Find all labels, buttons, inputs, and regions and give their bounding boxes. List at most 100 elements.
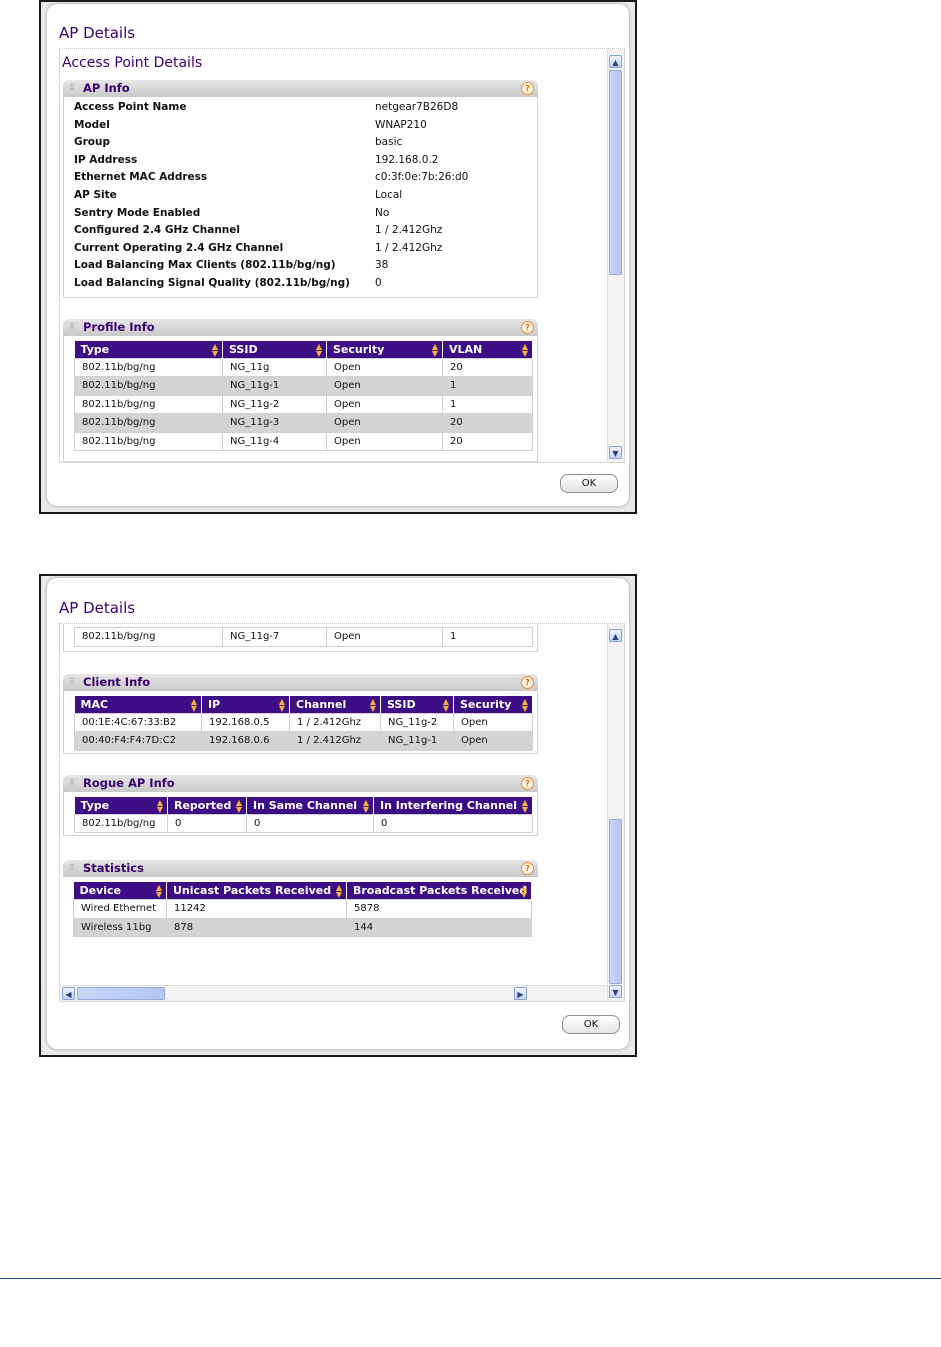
column-header[interactable]: Reported ▲ ▼ xyxy=(167,796,247,814)
table-row[interactable]: 00:40:F4:F4:7D:C2 192.168.0.6 1 / 2.412Ghz… xyxy=(74,731,533,751)
column-header[interactable]: In Same Channel ▲ ▼ xyxy=(246,796,374,814)
vertical-scrollbar[interactable]: ▲ ▼ xyxy=(607,624,624,1001)
table-cell: 192.168.0.5 xyxy=(201,712,290,732)
table-cell: 0 xyxy=(373,813,533,833)
ap-info-value: 1 / 2.412Ghz xyxy=(375,224,443,237)
drag-grip-icon[interactable]: ⠿ xyxy=(69,863,75,872)
table-cell: 0 xyxy=(167,813,247,833)
column-header[interactable]: Security ▲ ▼ xyxy=(453,695,533,713)
help-icon[interactable]: ? xyxy=(521,675,534,689)
column-header[interactable]: Broadcast Packets Received ▲ ▼ xyxy=(346,882,532,900)
column-header[interactable]: VLAN ▲ ▼ xyxy=(442,340,533,359)
help-icon[interactable]: ? xyxy=(521,82,534,95)
ap-details-dialog-bottom: AP Details 802.11b/bg/ng NG_11g-7 Open 1 ⠿ … xyxy=(39,574,637,1057)
panel-title: Client Info xyxy=(83,674,151,689)
column-header[interactable]: Channel ▲ ▼ xyxy=(289,695,381,713)
column-header-label: Broadcast Packets Received xyxy=(353,884,528,897)
scroll-thumb[interactable] xyxy=(609,70,622,275)
table-row[interactable]: 802.11b/bg/ng NG_11g-3 Open 20 xyxy=(74,413,533,433)
table-cell: 11242 xyxy=(166,899,347,919)
column-header[interactable]: Type ▲ ▼ xyxy=(74,796,168,814)
sort-icon[interactable]: ▲ ▼ xyxy=(316,342,322,357)
column-header-label: VLAN xyxy=(449,342,483,356)
sort-icon[interactable]: ▲ ▼ xyxy=(432,342,438,357)
ap-info-row: Current Operating 2.4 GHz Channel 1 / 2.4… xyxy=(64,240,537,258)
help-icon[interactable]: ? xyxy=(521,862,534,875)
help-icon[interactable]: ? xyxy=(521,776,534,790)
table-cell: 00:40:F4:F4:7D:C2 xyxy=(74,731,202,751)
table-row[interactable]: 802.11b/bg/ng NG_11g-2 Open 1 xyxy=(74,394,533,415)
column-header[interactable]: Type ▲ ▼ xyxy=(74,340,223,359)
ap-info-label: IP Address xyxy=(74,153,138,166)
table-row[interactable]: 00:1E:4C:67:33:B2 192.168.0.5 1 / 2.412Ghz… xyxy=(74,712,533,732)
column-header[interactable]: Security ▲ ▼ xyxy=(326,340,443,359)
panel-header: ⠿ Client Info ? xyxy=(63,673,538,691)
scroll-up-arrow-icon[interactable]: ▲ xyxy=(609,629,622,642)
vertical-scrollbar[interactable]: ▲ ▼ xyxy=(607,49,624,462)
sort-icon[interactable]: ▲ ▼ xyxy=(443,697,449,712)
dialog-title: AP Details xyxy=(59,24,136,42)
table-cell: 878 xyxy=(166,917,347,937)
sort-icon[interactable]: ▲ ▼ xyxy=(522,697,528,712)
table-cell: 1 / 2.412Ghz xyxy=(289,731,381,751)
scroll-area[interactable]: 802.11b/bg/ng NG_11g-7 Open 1 ⠿ Client Info… xyxy=(59,623,625,1002)
column-header[interactable]: IP ▲ ▼ xyxy=(201,695,290,713)
sort-icon[interactable]: ▲ ▼ xyxy=(522,342,528,357)
column-header[interactable]: Unicast Packets Received ▲ ▼ xyxy=(166,882,347,900)
panel-header: ⠿ Rogue AP Info ? xyxy=(63,774,538,792)
column-header[interactable]: In Interfering Channel ▲ ▼ xyxy=(373,796,533,814)
column-header-label: IP xyxy=(208,697,221,711)
ok-button[interactable]: OK xyxy=(562,1015,620,1034)
table-row[interactable]: 802.11b/bg/ng NG_11g-7 Open 1 xyxy=(74,627,533,647)
scroll-thumb[interactable] xyxy=(609,819,622,984)
ok-button[interactable]: OK xyxy=(560,474,618,493)
horizontal-scrollbar[interactable]: ◀ ▶ xyxy=(60,985,608,1001)
table-cell: 1 xyxy=(442,627,533,647)
sort-icon[interactable]: ▲ ▼ xyxy=(522,798,528,813)
drag-grip-icon[interactable]: ⠿ xyxy=(69,83,75,92)
sort-icon[interactable]: ▲ ▼ xyxy=(279,697,285,712)
ap-info-label: Load Balancing Signal Quality (802.11b/b… xyxy=(74,276,350,289)
drag-grip-icon[interactable]: ⠿ xyxy=(69,677,75,686)
ap-info-row: Ethernet MAC Address c0:3f:0e:7b:26:d0 xyxy=(64,169,537,187)
profile-info-panel-continued: 802.11b/bg/ng NG_11g-7 Open 1 xyxy=(63,624,538,652)
table-cell: NG_11g-1 xyxy=(380,731,454,751)
sort-icon[interactable]: ▲ ▼ xyxy=(156,884,162,899)
sort-icon[interactable]: ▲ ▼ xyxy=(363,798,369,813)
scroll-down-arrow-icon[interactable]: ▼ xyxy=(609,985,622,998)
ap-info-row: AP Site Local xyxy=(64,187,537,205)
table-cell: 1 / 2.412Ghz xyxy=(289,712,381,732)
table-cell: NG_11g-3 xyxy=(222,413,327,433)
horizontal-scroll-thumb[interactable] xyxy=(77,987,165,1000)
table-row[interactable]: 802.11b/bg/ng NG_11g-1 Open 1 xyxy=(74,376,533,396)
scroll-right-arrow-icon[interactable]: ▶ xyxy=(514,987,527,1000)
drag-grip-icon[interactable]: ⠿ xyxy=(69,778,75,787)
panel-body: 802.11b/bg/ng NG_11g-7 Open 1 xyxy=(63,624,538,652)
sort-icon[interactable]: ▲ ▼ xyxy=(191,697,197,712)
scroll-area[interactable]: Access Point Details ⠿ AP Info ? Access … xyxy=(59,48,625,463)
table-cell: 1 xyxy=(442,394,533,415)
sort-icon[interactable]: ▲ ▼ xyxy=(236,798,242,813)
table-cell: 802.11b/bg/ng xyxy=(74,413,223,433)
table-row[interactable]: 802.11b/bg/ng 0 0 0 xyxy=(74,813,533,833)
scroll-left-arrow-icon[interactable]: ◀ xyxy=(62,987,75,1000)
column-header[interactable]: MAC ▲ ▼ xyxy=(74,695,202,713)
table-row[interactable]: Wired Ethernet 11242 5878 xyxy=(73,899,532,919)
sort-icon[interactable]: ▲ ▼ xyxy=(521,884,527,899)
table-row[interactable]: 802.11b/bg/ng NG_11g-4 Open 20 xyxy=(74,431,533,452)
scroll-down-arrow-icon[interactable]: ▼ xyxy=(609,446,622,459)
help-icon[interactable]: ? xyxy=(521,320,534,334)
ap-info-label: Configured 2.4 GHz Channel xyxy=(74,224,241,237)
table-row[interactable]: 802.11b/bg/ng NG_11g Open 20 xyxy=(74,357,533,378)
table-row[interactable]: Wireless 11bg 878 144 xyxy=(73,917,532,937)
sort-icon[interactable]: ▲ ▼ xyxy=(336,884,342,899)
ap-info-label: Model xyxy=(74,118,110,131)
scroll-up-arrow-icon[interactable]: ▲ xyxy=(609,55,622,68)
sort-icon[interactable]: ▲ ▼ xyxy=(370,697,376,712)
column-header[interactable]: SSID ▲ ▼ xyxy=(222,340,327,359)
column-header[interactable]: Device ▲ ▼ xyxy=(73,882,167,900)
sort-icon[interactable]: ▲ ▼ xyxy=(157,798,163,813)
sort-icon[interactable]: ▲ ▼ xyxy=(212,342,218,357)
column-header[interactable]: SSID ▲ ▼ xyxy=(380,695,454,713)
drag-grip-icon[interactable]: ⠿ xyxy=(69,322,75,331)
